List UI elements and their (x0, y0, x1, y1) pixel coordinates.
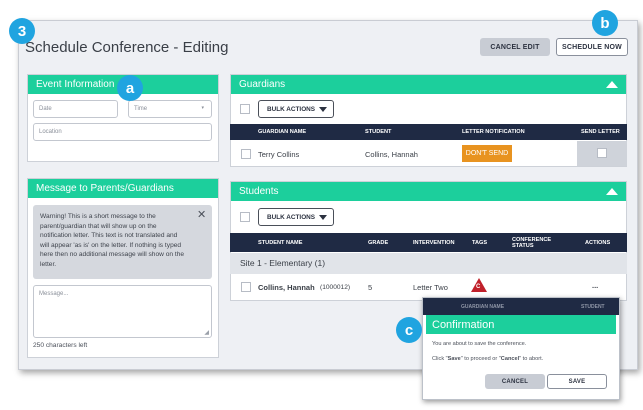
col-guardian-name[interactable]: GUARDIAN NAME (258, 129, 306, 135)
collapse-icon[interactable] (606, 188, 618, 195)
student-intervention: Letter Two (413, 283, 448, 292)
guardian-name: Terry Collins (258, 150, 300, 159)
student-grade: 5 (368, 283, 373, 292)
close-icon[interactable]: ✕ (197, 210, 206, 221)
cancel-edit-button[interactable]: CANCEL EDIT (480, 38, 550, 56)
student-row-checkbox[interactable] (241, 282, 251, 292)
chevron-down-icon (319, 107, 327, 112)
col-intervention[interactable]: INTERVENTION (413, 240, 455, 246)
dropdown-arrow-icon: ▾ (201, 105, 204, 111)
date-input[interactable]: Date (33, 100, 118, 118)
message-title: Message to Parents/Guardians (36, 183, 174, 194)
time-placeholder: Time (134, 106, 148, 112)
modal-line-2-cancel: Cancel (500, 356, 520, 362)
modal-backdrop-header: GUARDIAN NAME STUDENT (423, 298, 619, 315)
modal-cancel-button[interactable]: CANCEL (485, 374, 545, 389)
students-bulk-actions-button[interactable]: BULK ACTIONS (258, 208, 334, 226)
warning-text: Warning! This is a short message to the … (40, 213, 185, 268)
guardians-title: Guardians (239, 79, 286, 90)
message-textarea[interactable]: Message... ◢ (33, 285, 212, 338)
message-placeholder: Message... (39, 291, 69, 297)
students-title: Students (239, 186, 279, 197)
chevron-down-icon (319, 215, 327, 220)
student-id: (1000012) (320, 284, 351, 291)
modal-line-2-post: " to abort. (519, 356, 544, 362)
send-letter-checkbox[interactable] (597, 148, 607, 158)
guardians-bulk-actions-button[interactable]: BULK ACTIONS (258, 100, 334, 118)
col-grade[interactable]: GRADE (368, 240, 388, 246)
modal-line-1: You are about to save the conference. (432, 341, 527, 347)
location-input[interactable]: Location (33, 123, 212, 141)
collapse-icon[interactable] (606, 81, 618, 88)
students-header[interactable]: Students (231, 182, 626, 201)
confirmation-modal: GUARDIAN NAME STUDENT Confirmation You a… (422, 297, 620, 400)
student-name-link[interactable]: Collins, Hannah (258, 283, 315, 292)
students-select-all-checkbox[interactable] (240, 212, 250, 222)
col-tags[interactable]: TAGS (472, 240, 487, 246)
callout-c: c (396, 317, 422, 343)
row-actions-menu[interactable]: ... (592, 281, 598, 290)
col-letter-notification[interactable]: LETTER NOTIFICATION (462, 129, 525, 135)
bulk-actions-label: BULK ACTIONS (267, 213, 316, 221)
col-send-letter[interactable]: SEND LETTER (581, 129, 620, 135)
modal-save-button[interactable]: SAVE (547, 374, 607, 389)
schedule-now-button[interactable]: SCHEDULE NOW (556, 38, 628, 56)
modal-title: Confirmation (432, 318, 495, 331)
callout-a: a (117, 75, 143, 101)
callout-b: b (592, 10, 618, 36)
callout-3: 3 (9, 18, 35, 44)
bulk-actions-label: BULK ACTIONS (267, 105, 316, 113)
students-table-header: STUDENT NAME GRADE INTERVENTION TAGS CON… (230, 233, 627, 252)
modal-line-2-mid: " to proceed or " (460, 356, 501, 362)
behind-col-student: STUDENT (581, 304, 605, 310)
modal-line-2: Click "Save" to proceed or "Cancel" to a… (432, 356, 543, 362)
col-student[interactable]: STUDENT (365, 129, 391, 135)
resize-handle-icon[interactable]: ◢ (204, 329, 209, 336)
characters-left: 250 characters left (33, 342, 88, 349)
modal-line-2-pre: Click " (432, 356, 448, 362)
col-actions[interactable]: ACTIONS (585, 240, 610, 246)
site-group-label: Site 1 - Elementary (1) (240, 258, 326, 268)
guardians-table-header: GUARDIAN NAME STUDENT LETTER NOTIFICATIO… (230, 124, 627, 140)
guardian-student: Collins, Hannah (365, 150, 418, 159)
col-conference-status[interactable]: CONFERENCE STATUS (512, 237, 552, 249)
event-information-title: Event Information (36, 79, 115, 90)
page-title: Schedule Conference - Editing (25, 39, 229, 56)
dont-send-badge[interactable]: DON'T SEND (462, 145, 512, 162)
guardians-header[interactable]: Guardians (231, 75, 626, 94)
time-select[interactable]: Time ▾ (128, 100, 212, 118)
message-header: Message to Parents/Guardians (28, 179, 218, 198)
col-student-name[interactable]: STUDENT NAME (258, 240, 302, 246)
guardians-select-all-checkbox[interactable] (240, 104, 250, 114)
behind-col-guardian: GUARDIAN NAME (461, 304, 505, 310)
guardian-row-checkbox[interactable] (241, 149, 251, 159)
tag-letter: C (476, 284, 481, 290)
modal-title-bar: Confirmation (426, 315, 616, 334)
modal-line-2-save: Save (447, 356, 461, 362)
